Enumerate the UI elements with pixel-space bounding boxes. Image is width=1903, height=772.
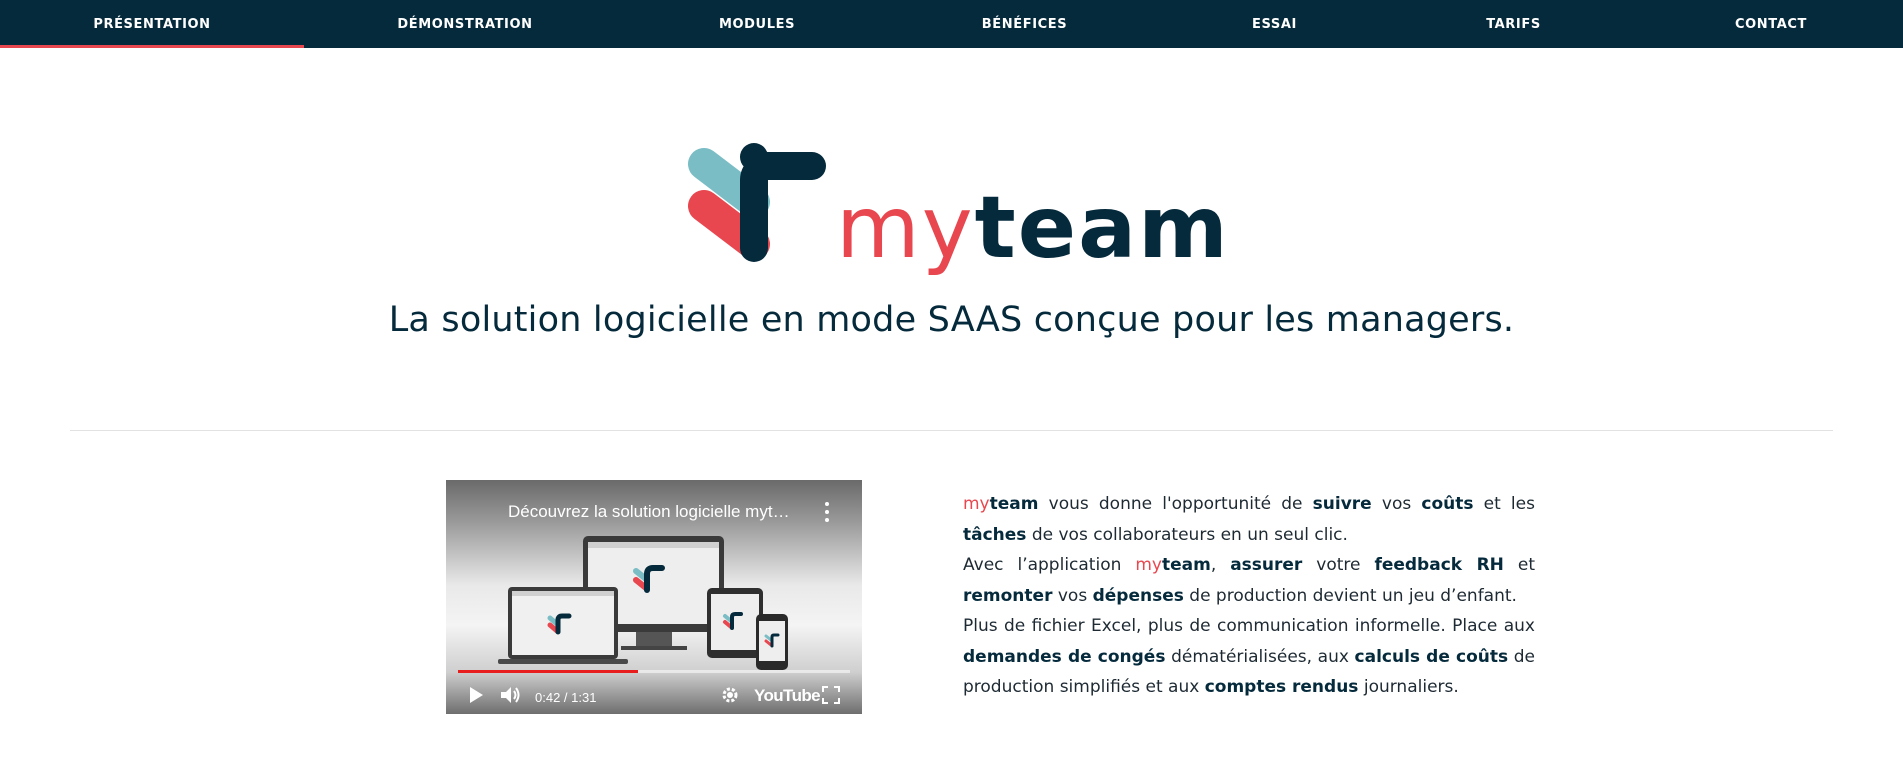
youtube-logo[interactable]: YouTube — [754, 686, 821, 706]
logo-my: my — [836, 178, 975, 278]
text: Plus de fichier Excel, plus de communica… — [963, 616, 1535, 636]
emphasis: demandes de congés — [963, 646, 1166, 667]
page-tagline: La solution logicielle en mode SAAS conç… — [388, 300, 1515, 340]
text: vos — [1371, 494, 1422, 514]
volume-icon[interactable] — [500, 686, 522, 704]
video-more-icon[interactable] — [822, 500, 832, 524]
emphasis: comptes rendus — [1204, 677, 1359, 697]
text: vos — [1052, 585, 1093, 606]
emphasis: feedback RH — [1374, 555, 1504, 575]
brand-team: team — [1161, 555, 1211, 575]
nav-item-essai[interactable]: ESSAI — [1161, 0, 1388, 48]
description-paragraph-2: Avec l’application myteam, assurer votre… — [963, 550, 1535, 611]
emphasis: calculs de coûts — [1354, 646, 1509, 667]
emphasis: assurer — [1230, 555, 1303, 575]
video-controls: 0:42 / 1:31 YouTube — [446, 678, 862, 714]
nav-item-modules[interactable]: MODULES — [626, 0, 888, 48]
logo-team: team — [974, 178, 1230, 278]
emphasis: dépenses — [1092, 585, 1184, 606]
text: votre — [1302, 555, 1375, 575]
fullscreen-icon[interactable] — [822, 686, 840, 704]
text: Avec l’application — [963, 555, 1136, 575]
product-description: myteam vous donne l'opportunité de suivr… — [963, 489, 1535, 703]
section-divider — [70, 430, 1833, 431]
emphasis: coûts — [1421, 494, 1474, 514]
video-progress-bar[interactable] — [458, 670, 850, 673]
nav-item-presentation[interactable]: PRÉSENTATION — [0, 0, 304, 48]
video-player[interactable]: Découvrez la solution logicielle myt… 0:… — [446, 480, 862, 714]
nav-item-demonstration[interactable]: DÉMONSTRATION — [304, 0, 626, 48]
emphasis: suivre — [1312, 494, 1372, 514]
text: de production devient un jeu d’enfant. — [1183, 585, 1517, 606]
brand-my: my — [1135, 555, 1162, 575]
brand-team: team — [989, 494, 1039, 514]
brand-my: my — [963, 494, 990, 514]
text: dématérialisées, aux — [1165, 646, 1355, 667]
settings-gear-icon[interactable] — [721, 686, 739, 704]
nav-item-tarifs[interactable]: TARIFS — [1388, 0, 1639, 48]
top-navigation: PRÉSENTATION DÉMONSTRATION MODULES BÉNÉF… — [0, 0, 1903, 48]
logo-wordmark: myteam — [836, 178, 1230, 278]
myteam-logo: myteam — [684, 140, 1228, 280]
nav-item-benefices[interactable]: BÉNÉFICES — [888, 0, 1161, 48]
text: et les — [1473, 494, 1535, 514]
emphasis: tâches — [963, 524, 1027, 545]
text: , — [1210, 555, 1231, 575]
text: de vos collaborateurs en un seul clic. — [1026, 524, 1348, 545]
play-icon[interactable] — [468, 686, 484, 704]
text: journaliers. — [1358, 677, 1459, 697]
description-paragraph-1: myteam vous donne l'opportunité de suivr… — [963, 489, 1535, 550]
video-time: 0:42 / 1:31 — [535, 690, 597, 705]
description-paragraph-3: Plus de fichier Excel, plus de communica… — [963, 611, 1535, 703]
emphasis: remonter — [963, 585, 1053, 606]
nav-item-contact[interactable]: CONTACT — [1639, 0, 1903, 48]
text: vous donne l'opportunité de — [1038, 494, 1313, 514]
logo-mark-icon — [688, 143, 826, 262]
text: et — [1503, 555, 1535, 575]
video-progress-fill — [458, 670, 639, 673]
video-title[interactable]: Découvrez la solution logicielle myt… — [508, 502, 808, 522]
